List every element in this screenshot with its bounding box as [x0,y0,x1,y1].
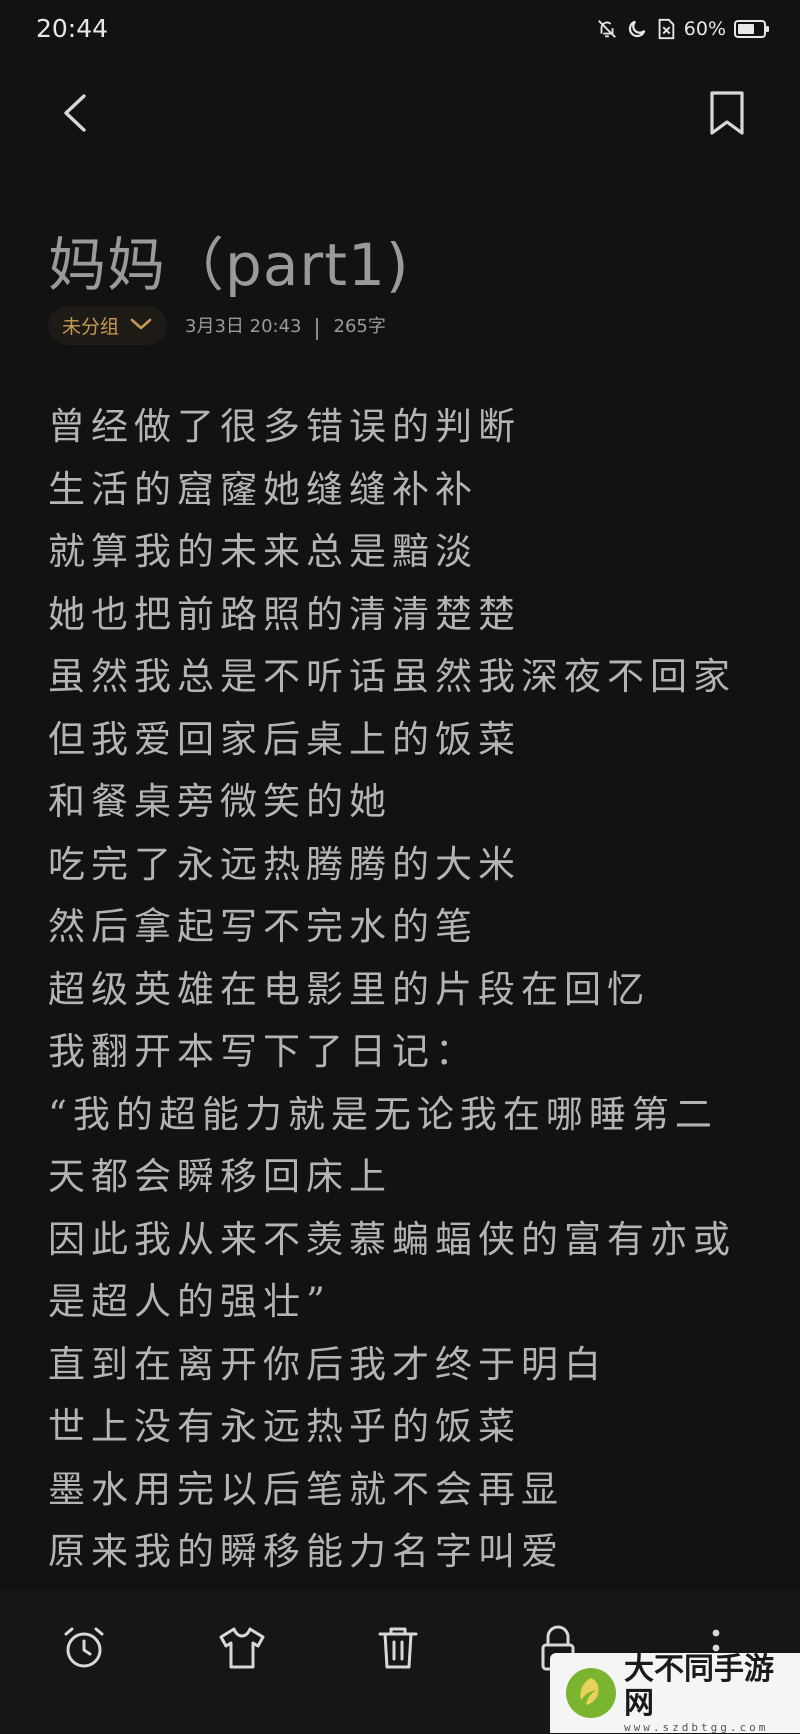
moon-icon [626,18,648,40]
note-title[interactable]: 妈妈（part1) [48,218,409,302]
note-line: 但我爱回家后桌上的饭菜 [48,717,521,761]
note-line: 生活的窟窿她缝缝补补 [48,467,478,511]
note-line: 她也把前路照的清清楚楚 [48,592,521,636]
theme-button[interactable] [214,1622,270,1678]
top-bar [0,80,800,150]
watermark-text: 大不同手游网 www.szdbtgg.com [624,1651,800,1734]
note-line: 直到在离开你后我才终于明白 [48,1342,607,1386]
note-line: “我的超能力就是无论我在哪睡第二 [48,1092,718,1136]
note-line: 因此我从来不羡慕蝙蝠侠的富有亦或 [48,1217,736,1261]
note-line: 曾经做了很多错误的判断 [48,405,521,448]
bell-off-icon [596,18,618,40]
note-line: 原来我的瞬移能力名字叫爱 [48,1530,564,1573]
note-line: 虽然我总是不听话虽然我深夜不回家 [48,655,736,698]
note-line: 墨水用完以后笔就不会再显 [48,1467,564,1511]
watermark-url: www.szdbtgg.com [624,1720,769,1734]
battery-icon [734,19,770,39]
status-icons: 60% [596,18,770,40]
tshirt-icon [217,1625,267,1675]
note-line: 我翻开本写下了日记： [48,1030,478,1073]
meta-divider [315,318,318,340]
note-date: 3月3日 20:43 [185,316,302,337]
note-meta: 未分组 3月3日 20:43 265字 [48,305,386,345]
battery-percent: 60% [683,18,726,40]
watermark-name: 大不同手游网 [624,1651,774,1721]
status-time: 20:44 [36,14,109,43]
word-count: 265字 [333,316,386,337]
note-line: 吃完了永远热腾腾的大米 [48,842,521,886]
bookmark-button[interactable] [702,90,752,140]
chevron-down-icon [129,314,153,336]
note-line: 天都会瞬移回床上 [48,1155,392,1198]
watermark-logo-icon [564,1666,618,1720]
group-label: 未分组 [62,315,120,338]
status-bar: 20:44 60% [0,0,800,62]
reminder-button[interactable] [56,1622,112,1678]
watermark: 大不同手游网 www.szdbtgg.com [550,1651,800,1734]
group-selector[interactable]: 未分组 [48,305,168,345]
no-sim-icon [656,18,676,40]
alarm-clock-icon [60,1624,108,1676]
trash-icon [376,1625,420,1675]
note-body[interactable]: 曾经做了很多错误的判断 生活的窟窿她缝缝补补 就算我的未来总是黯淡 她也把前路照… [48,396,760,1584]
bookmark-icon [708,90,746,140]
note-line: 然后拿起写不完水的笔 [48,905,478,948]
note-line: 和餐桌旁微笑的她 [48,780,392,823]
back-button[interactable] [50,90,100,140]
delete-button[interactable] [370,1622,426,1678]
note-line: 就算我的未来总是黯淡 [48,530,478,573]
note-line: 超级英雄在电影里的片段在回忆 [48,967,650,1011]
note-line: 是超人的强壮” [48,1280,331,1323]
chevron-left-icon [60,92,90,138]
note-line: 世上没有永远热乎的饭菜 [48,1405,521,1448]
